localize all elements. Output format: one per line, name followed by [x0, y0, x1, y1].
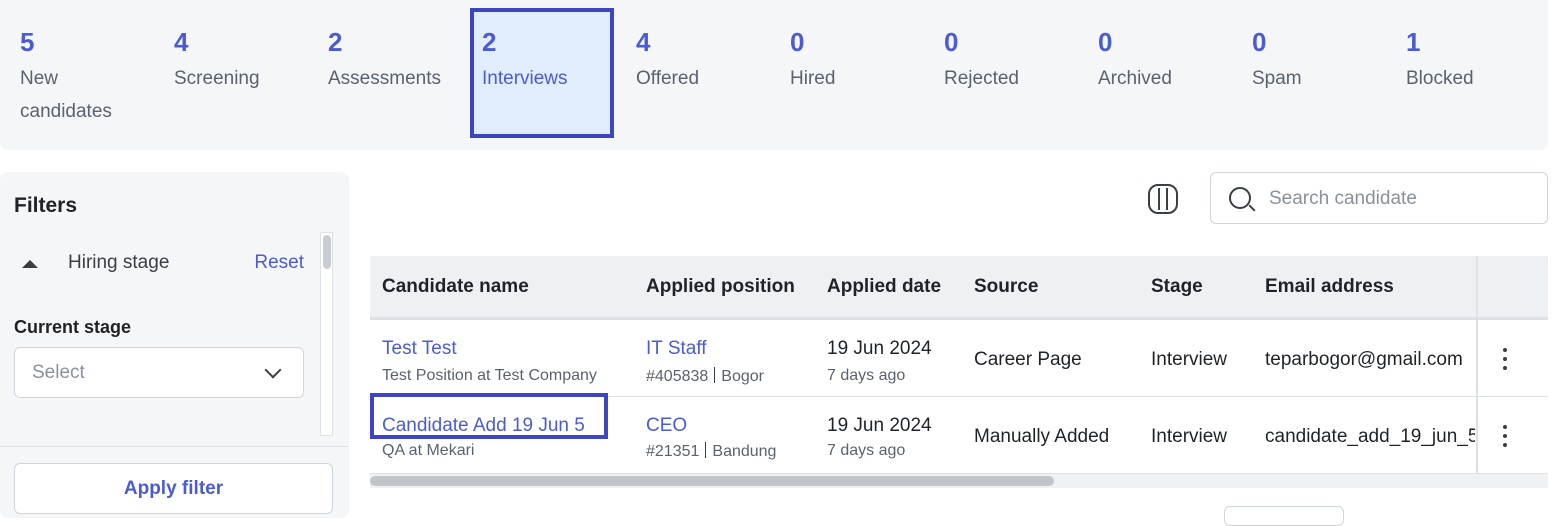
filters-scrollbar[interactable]	[320, 232, 333, 436]
stage-label: Interviews	[482, 68, 568, 89]
column-header-email[interactable]: Email address	[1265, 276, 1394, 298]
position-id: #21351	[646, 443, 700, 460]
applied-ago: 7 days ago	[827, 367, 906, 384]
applied-date: 19 Jun 2024	[827, 415, 932, 436]
stage-label: Screening	[174, 68, 260, 89]
filters-scrollbar-thumb[interactable]	[323, 235, 331, 269]
divider	[714, 367, 716, 383]
search-box[interactable]	[1210, 172, 1548, 224]
hiring-stage-section-header[interactable]: Hiring stage Reset	[14, 252, 304, 276]
stage-count: 0	[944, 27, 959, 57]
columns-icon[interactable]	[1148, 184, 1178, 214]
stage-count: 4	[636, 27, 651, 57]
stage-count: 4	[174, 27, 189, 57]
kebab-menu-icon[interactable]	[1502, 425, 1508, 449]
stage-count: 2	[328, 27, 343, 57]
applied-position-link[interactable]: CEO	[646, 415, 687, 437]
applied-position-link[interactable]: IT Staff	[646, 338, 707, 360]
position-meta: #21351 Bandung	[646, 442, 776, 461]
kebab-menu-icon[interactable]	[1502, 348, 1508, 372]
caret-up-icon[interactable]	[22, 260, 38, 268]
applied-ago: 7 days ago	[827, 442, 906, 459]
email: teparbogor@gmail.com	[1265, 349, 1463, 370]
divider	[0, 446, 349, 447]
stage-tab-hired[interactable]: 0 Hired	[778, 8, 922, 138]
stage-count: 1	[1406, 27, 1421, 57]
candidate-company: QA at Mekari	[382, 442, 475, 459]
column-header-candidate-name[interactable]: Candidate name	[382, 276, 529, 298]
column-header-applied-position[interactable]: Applied position	[646, 276, 795, 298]
stage-count: 2	[482, 27, 497, 57]
table-scrollbar-thumb[interactable]	[370, 476, 1054, 486]
stage-label: Archived	[1098, 68, 1172, 89]
filters-panel: Filters Hiring stage Reset Current stage…	[0, 172, 349, 518]
current-stage-select[interactable]: Select	[14, 347, 304, 398]
stage: Interview	[1151, 426, 1228, 447]
stage-tab-blocked[interactable]: 1 Blocked	[1394, 8, 1538, 138]
stage-tab-screening[interactable]: 4 Screening	[162, 8, 306, 138]
search-icon	[1229, 187, 1251, 209]
source: Career Page	[974, 349, 1082, 370]
stage-tab-archived[interactable]: 0 Archived	[1086, 8, 1230, 138]
position-id: #405838	[646, 368, 709, 385]
table-row: Test Test Test Position at Test Company …	[370, 320, 1548, 397]
position-location: Bandung	[712, 443, 777, 460]
apply-filter-button[interactable]: Apply filter	[14, 463, 333, 514]
stage-tab-spam[interactable]: 0 Spam	[1240, 8, 1384, 138]
candidate-company: Test Position at Test Company	[382, 367, 597, 384]
stage-tab-offered[interactable]: 4 Offered	[624, 8, 768, 138]
stage: Interview	[1151, 349, 1228, 370]
source: Manually Added	[974, 426, 1110, 447]
stage-label: New candidates	[20, 68, 112, 122]
stage-tab-interviews[interactable]: 2 Interviews	[470, 8, 614, 138]
stage-label: Assessments	[328, 68, 441, 89]
stage-tab-assessments[interactable]: 2 Assessments	[316, 8, 460, 138]
divider	[705, 442, 707, 458]
stage-count: 0	[1098, 27, 1113, 57]
table-horizontal-scrollbar[interactable]	[370, 474, 1548, 488]
candidates-table: Candidate name Applied position Applied …	[370, 256, 1548, 488]
stage-count: 5	[20, 27, 35, 57]
column-header-source[interactable]: Source	[974, 276, 1038, 298]
pagination-control[interactable]	[1224, 506, 1344, 526]
stage-count: 0	[790, 27, 805, 57]
chevron-down-icon	[264, 361, 282, 379]
reset-filter-link[interactable]: Reset	[254, 252, 304, 274]
search-input[interactable]	[1269, 185, 1529, 213]
stage-tab-rejected[interactable]: 0 Rejected	[932, 8, 1076, 138]
position-location: Bogor	[721, 368, 764, 385]
stage-bar: 5 New candidates 4 Screening 2 Assessmen…	[0, 0, 1548, 150]
email: candidate_add_19_jun_5	[1265, 426, 1475, 447]
candidate-name-link[interactable]: Test Test	[382, 338, 457, 360]
stage-count: 0	[1252, 27, 1267, 57]
sticky-column-divider	[1476, 256, 1478, 474]
filters-title: Filters	[14, 194, 78, 217]
table-row: Candidate Add 19 Jun 5 QA at Mekari CEO …	[370, 393, 1548, 474]
stage-tab-new-candidates[interactable]: 5 New candidates	[8, 8, 152, 138]
position-meta: #405838 Bogor	[646, 367, 764, 386]
stage-label: Hired	[790, 68, 836, 89]
stage-label: Rejected	[944, 68, 1019, 89]
stage-label: Blocked	[1406, 68, 1474, 89]
column-header-applied-date[interactable]: Applied date	[827, 276, 941, 298]
stage-label: Offered	[636, 68, 700, 89]
stage-label: Spam	[1252, 68, 1302, 89]
applied-date: 19 Jun 2024	[827, 338, 932, 359]
table-header: Candidate name Applied position Applied …	[370, 256, 1548, 320]
column-header-stage[interactable]: Stage	[1151, 276, 1203, 298]
hiring-stage-label: Hiring stage	[68, 252, 170, 273]
current-stage-label: Current stage	[14, 317, 132, 337]
candidate-name-link[interactable]: Candidate Add 19 Jun 5	[382, 415, 585, 437]
select-placeholder: Select	[32, 362, 85, 383]
